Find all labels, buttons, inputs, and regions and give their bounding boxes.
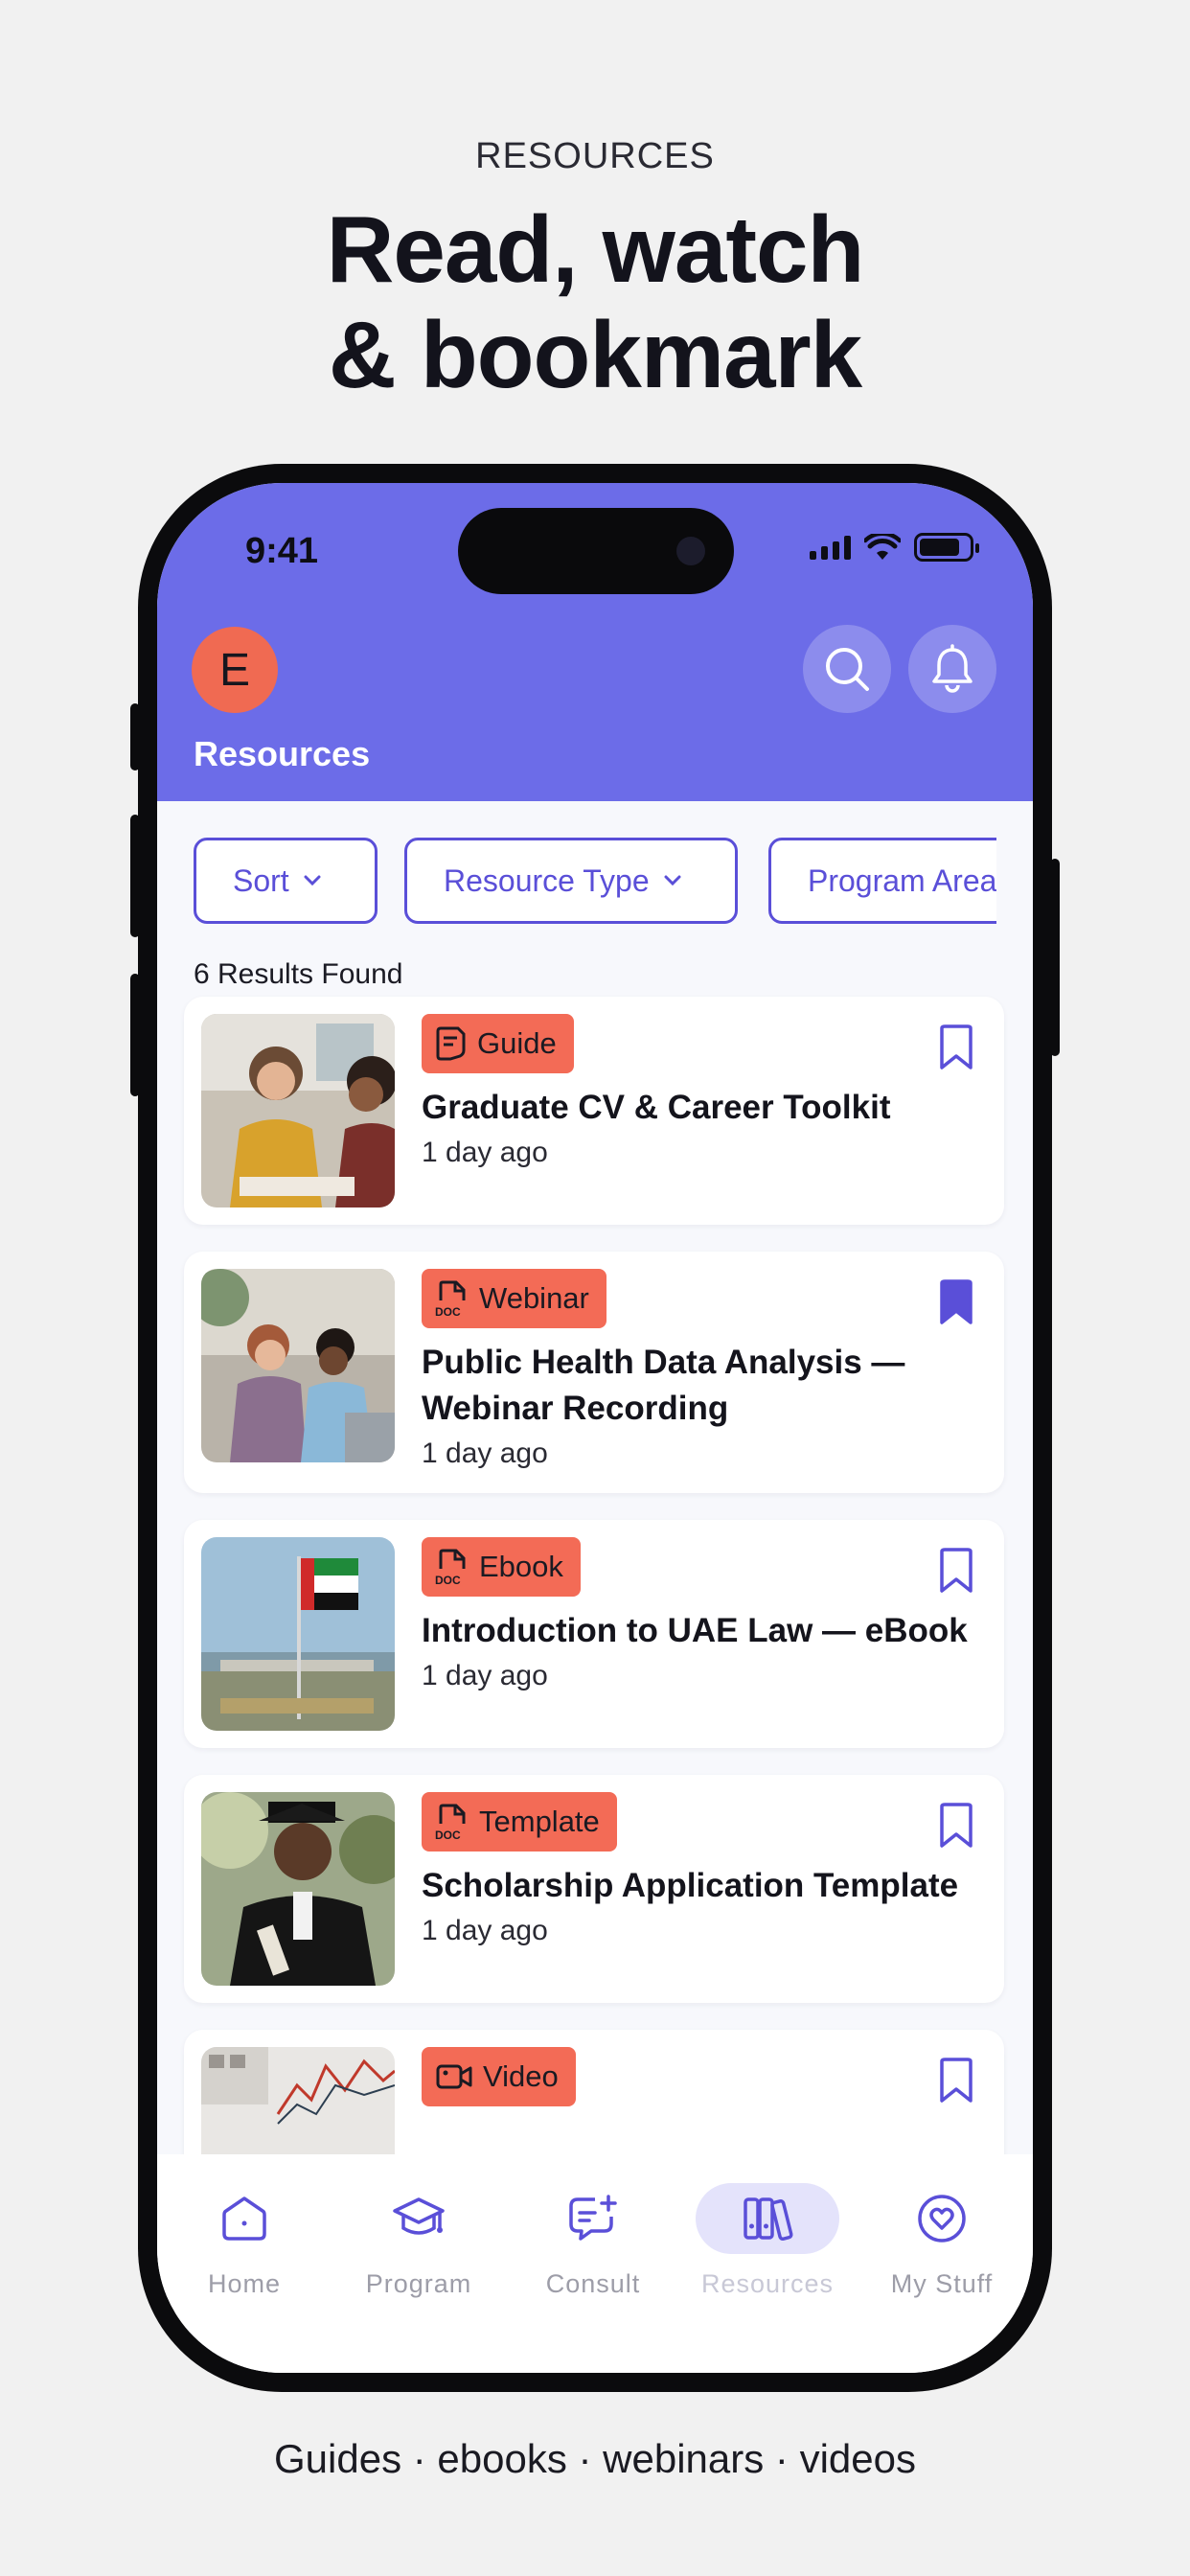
bookmark-icon[interactable] bbox=[937, 1802, 975, 1850]
resource-type-filter-label: Resource Type bbox=[444, 862, 650, 898]
chat-plus-icon bbox=[569, 2195, 617, 2241]
doc-icon: DOC bbox=[435, 1280, 466, 1318]
resource-type-label: Webinar bbox=[479, 1281, 589, 1315]
program-area-filter-label: Program Area bbox=[808, 862, 996, 898]
tab-consult-label: Consult bbox=[545, 2269, 641, 2298]
guide-icon bbox=[436, 1026, 466, 1061]
search-icon bbox=[826, 648, 869, 691]
tab-home[interactable]: Home bbox=[163, 2183, 326, 2299]
bookmark-icon[interactable] bbox=[937, 1547, 975, 1595]
resource-thumbnail bbox=[201, 1792, 395, 1986]
resource-type-tag: Guide bbox=[422, 1014, 574, 1073]
resource-type-label: Guide bbox=[477, 1026, 557, 1060]
resource-title: Graduate CV & Career Toolkit bbox=[422, 1089, 891, 1126]
resource-title: Introduction to UAE Law — eBook bbox=[422, 1612, 968, 1649]
headline-line-1: Read, watch bbox=[326, 196, 865, 302]
status-icons bbox=[810, 533, 979, 562]
page-title: Resources bbox=[194, 734, 371, 773]
tab-resources-label: Resources bbox=[700, 2269, 835, 2298]
section-eyebrow: RESOURCES bbox=[475, 136, 715, 176]
marketing-footer: Guides · ebooks · webinars · videos bbox=[274, 2436, 916, 2481]
filter-bar: Sort Resource Type Program Area bbox=[194, 838, 996, 924]
volume-down-button bbox=[130, 974, 140, 1096]
resource-card-2[interactable]: DOC Webinar Public Health Data Analysis … bbox=[184, 1252, 1004, 1493]
resource-type-tag: DOC Webinar bbox=[422, 1269, 606, 1328]
app-screen: 9:41 E Resources Sort Resource Type Prog… bbox=[157, 483, 1033, 2373]
resource-type-tag: DOC Template bbox=[422, 1792, 617, 1852]
tab-my-stuff[interactable]: My Stuff bbox=[860, 2183, 1023, 2299]
resource-thumbnail bbox=[201, 1537, 395, 1731]
graduation-cap-icon bbox=[393, 2197, 445, 2235]
resource-timestamp: 1 day ago bbox=[422, 1137, 548, 1168]
search-button[interactable] bbox=[803, 625, 891, 713]
camera-icon bbox=[676, 537, 705, 565]
home-icon bbox=[222, 2196, 266, 2241]
notifications-button[interactable] bbox=[908, 625, 996, 713]
tab-home-label: Home bbox=[207, 2269, 282, 2298]
power-button bbox=[1050, 859, 1060, 1056]
app-header: 9:41 E Resources bbox=[157, 483, 1033, 801]
bookmark-icon[interactable] bbox=[937, 2057, 975, 2104]
resource-title: Public Health Data Analysis — Webinar Re… bbox=[422, 1344, 905, 1427]
svg-text:DOC: DOC bbox=[435, 1574, 461, 1586]
resource-type-label: Video bbox=[483, 2059, 559, 2093]
resource-timestamp: 1 day ago bbox=[422, 1660, 548, 1691]
tab-program-label: Program bbox=[365, 2269, 472, 2298]
headline-line-2: & bookmark bbox=[328, 302, 862, 407]
resource-card-3[interactable]: DOC Ebook Introduction to UAE Law — eBoo… bbox=[184, 1520, 1004, 1748]
resource-type-label: Ebook bbox=[479, 1550, 563, 1583]
svg-text:DOC: DOC bbox=[435, 1305, 461, 1318]
resource-type-tag: DOC Ebook bbox=[422, 1537, 581, 1597]
wifi-icon bbox=[864, 534, 901, 560]
bell-icon bbox=[932, 644, 973, 693]
dynamic-island bbox=[458, 508, 734, 594]
resource-type-tag: Video bbox=[422, 2047, 576, 2106]
tab-my-stuff-label: My Stuff bbox=[890, 2269, 994, 2298]
resource-type-label: Template bbox=[479, 1805, 600, 1838]
tab-resources[interactable]: Resources bbox=[686, 2183, 849, 2299]
bottom-tab-bar: Home Program Consult Resources My Stuff bbox=[157, 2154, 1033, 2373]
svg-text:DOC: DOC bbox=[435, 1828, 461, 1841]
chevron-down-icon bbox=[304, 875, 321, 886]
resource-timestamp: 1 day ago bbox=[422, 1438, 548, 1469]
heart-circle-icon bbox=[918, 2195, 966, 2242]
battery-icon bbox=[914, 533, 979, 562]
program-area-filter-chip[interactable]: Program Area bbox=[768, 838, 996, 924]
status-time: 9:41 bbox=[245, 531, 319, 571]
chevron-down-icon bbox=[664, 875, 681, 886]
avatar[interactable]: E bbox=[192, 627, 278, 713]
sort-filter-label: Sort bbox=[233, 862, 289, 898]
volume-up-button bbox=[130, 815, 140, 937]
bookmark-filled-icon[interactable] bbox=[937, 1278, 975, 1326]
tab-consult[interactable]: Consult bbox=[512, 2183, 675, 2299]
resource-thumbnail bbox=[201, 1269, 395, 1462]
bookmark-icon[interactable] bbox=[937, 1024, 975, 1071]
resource-thumbnail bbox=[201, 1014, 395, 1208]
resource-type-filter-chip[interactable]: Resource Type bbox=[404, 838, 738, 924]
cellular-signal-icon bbox=[810, 535, 851, 560]
phone-frame: 9:41 E Resources Sort Resource Type Prog… bbox=[130, 464, 1060, 2392]
resource-card-4[interactable]: DOC Template Scholarship Application Tem… bbox=[184, 1775, 1004, 2003]
resource-title: Scholarship Application Template bbox=[422, 1867, 959, 1904]
sort-filter-chip[interactable]: Sort bbox=[194, 838, 378, 924]
video-icon bbox=[436, 2064, 472, 2089]
books-icon bbox=[744, 2197, 793, 2242]
resource-card-1[interactable]: Guide Graduate CV & Career Toolkit 1 day… bbox=[184, 997, 1004, 1225]
tab-program[interactable]: Program bbox=[337, 2183, 500, 2299]
doc-icon: DOC bbox=[435, 1549, 466, 1586]
results-count: 6 Results Found bbox=[194, 958, 403, 990]
mute-switch bbox=[130, 703, 140, 770]
marketing-headline: Read, watch & bookmark bbox=[0, 196, 1190, 407]
resource-timestamp: 1 day ago bbox=[422, 1915, 548, 1946]
doc-icon: DOC bbox=[435, 1804, 466, 1841]
